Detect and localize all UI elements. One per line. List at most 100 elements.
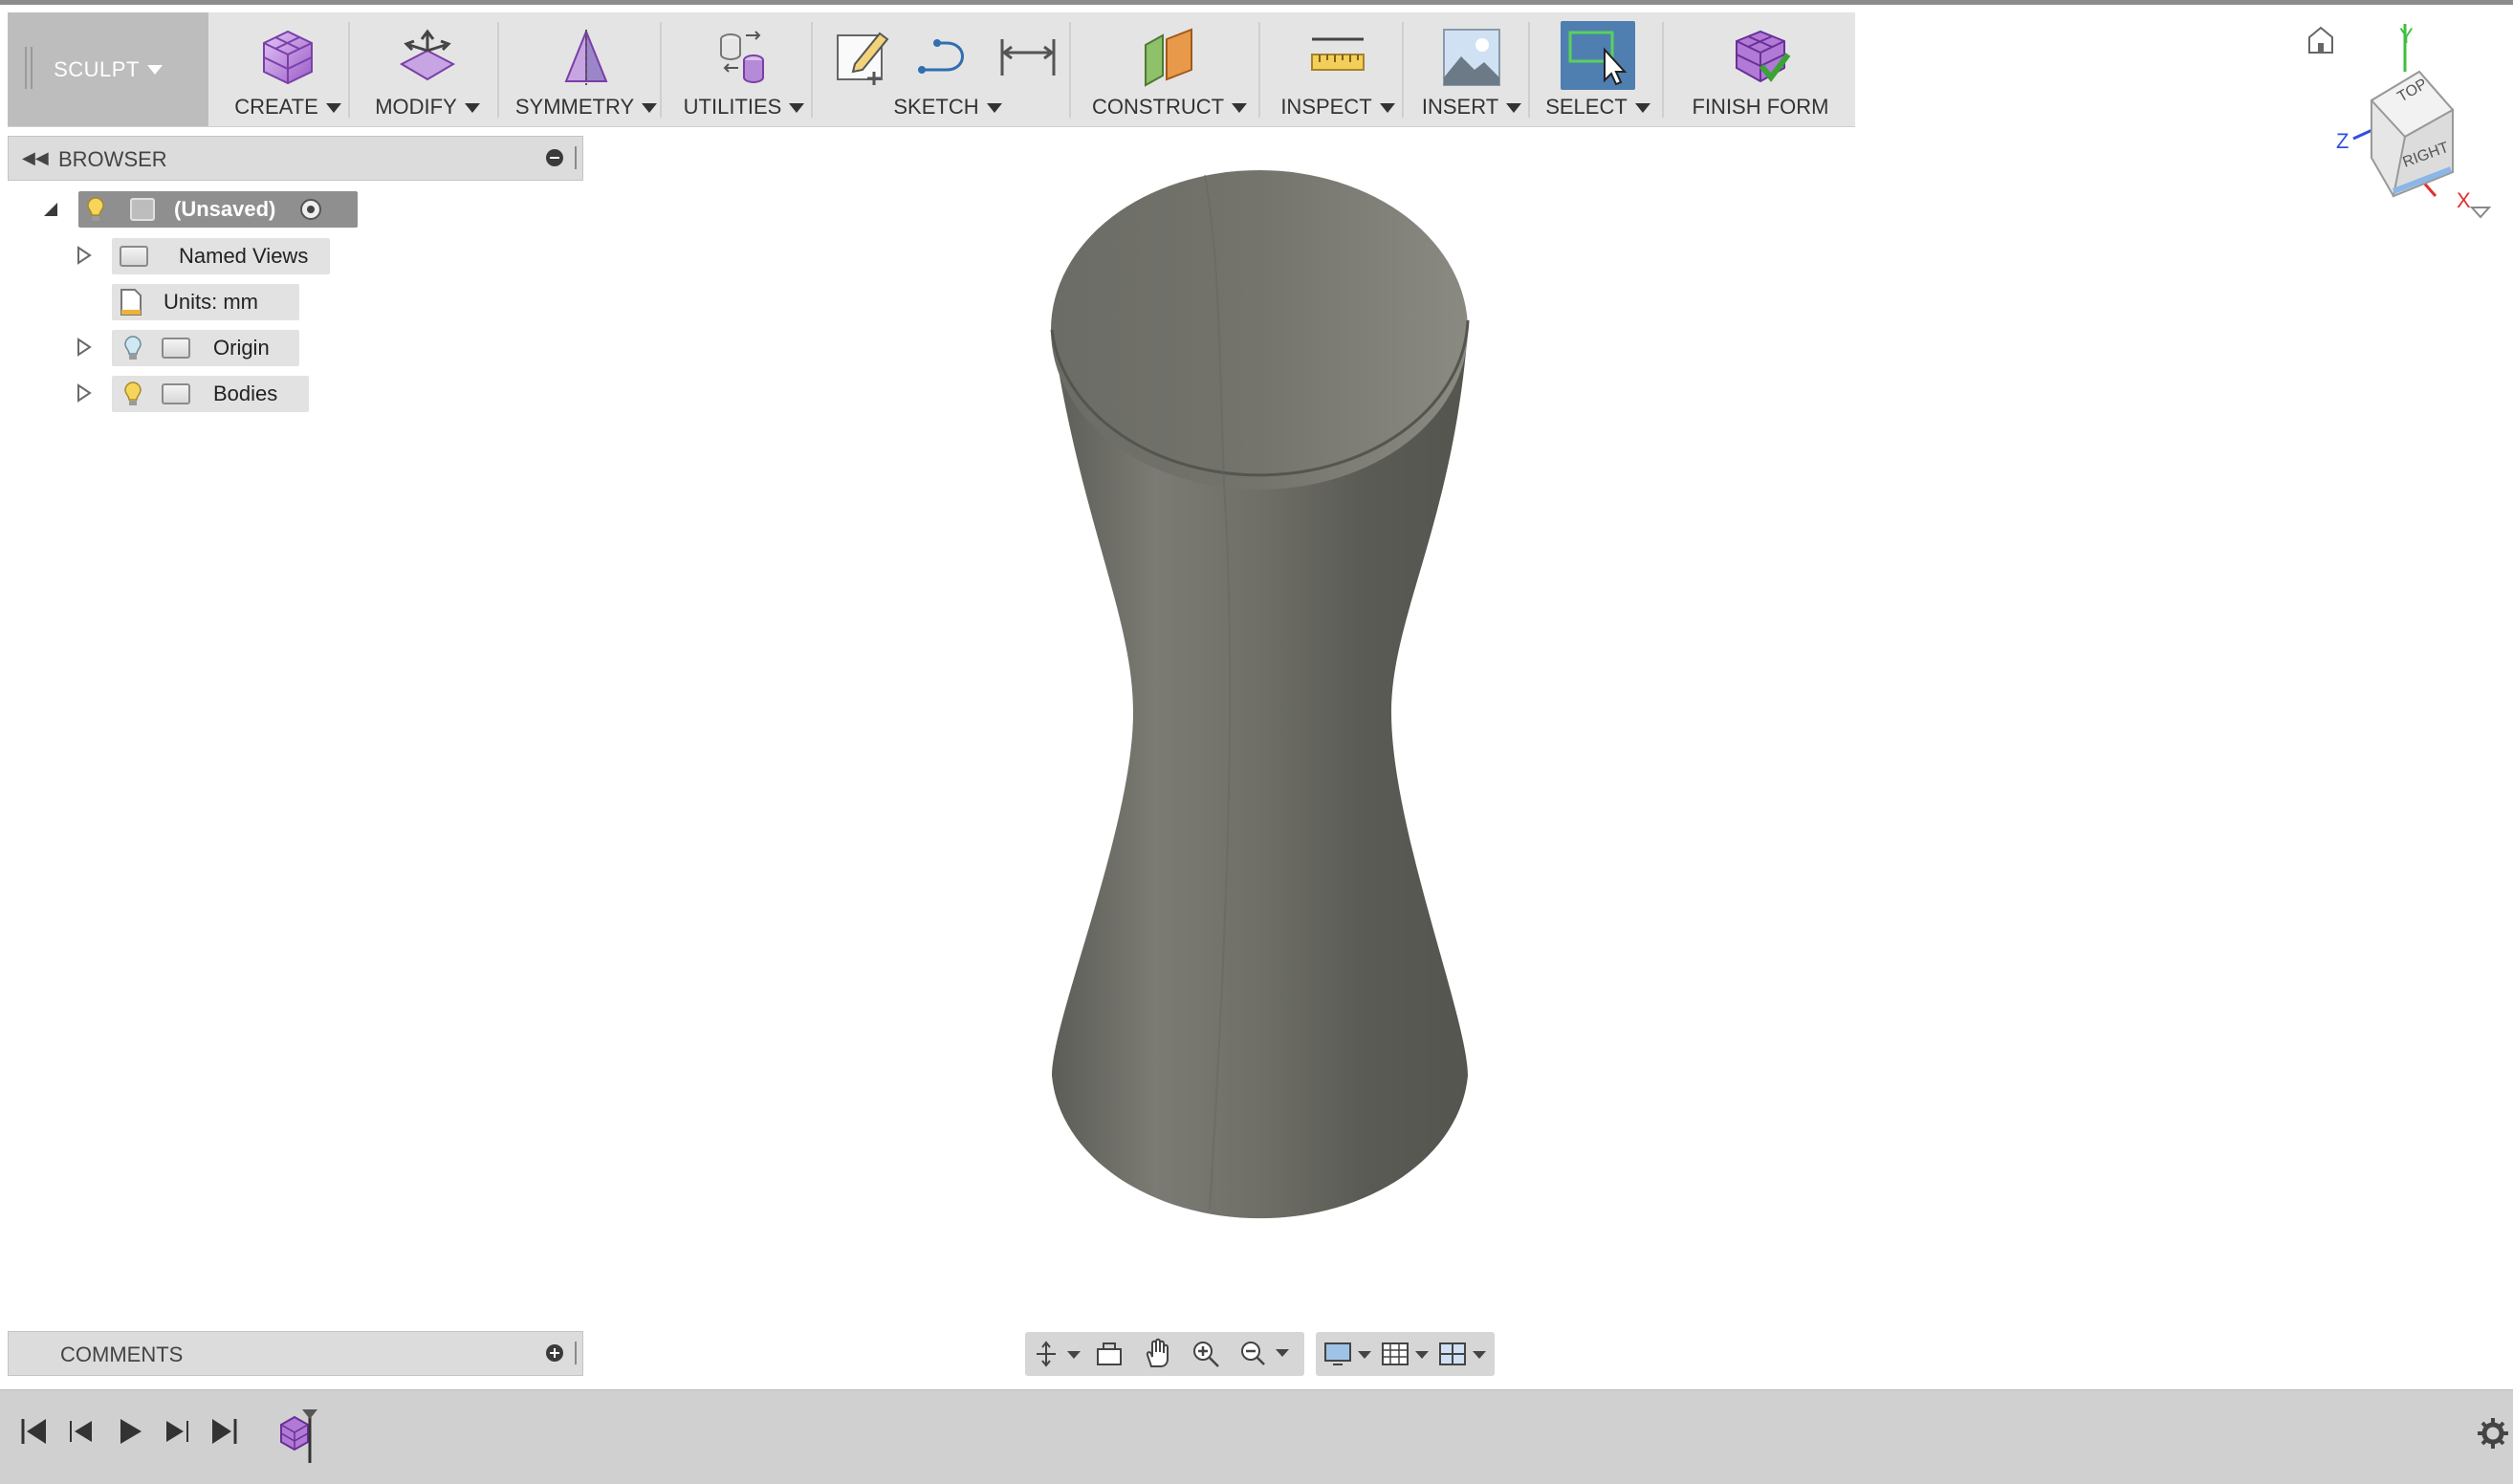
measure-icon	[1311, 37, 1365, 71]
finish-form-icon	[1736, 30, 1791, 83]
browser-item-origin[interactable]: Origin	[112, 330, 299, 366]
select-menu[interactable]: SELECT	[1536, 12, 1660, 126]
folder-icon	[162, 338, 190, 359]
step-back-icon[interactable]	[65, 1415, 98, 1448]
toolbar-divider	[1258, 22, 1260, 118]
panel-resize-handle[interactable]	[575, 1342, 580, 1364]
document-settings-icon	[120, 289, 142, 316]
visibility-bulb-icon[interactable]	[123, 335, 142, 361]
display-settings-bar	[1316, 1332, 1495, 1376]
toolbar-divider	[811, 22, 813, 118]
go-to-end-icon[interactable]	[208, 1415, 241, 1448]
browser-root-node[interactable]: (Unsaved)	[78, 191, 358, 228]
viewcube[interactable]: TOP RIGHT Y Z X	[2281, 14, 2513, 229]
inspect-label: INSPECT	[1280, 95, 1372, 119]
insert-label: INSERT	[1421, 95, 1499, 119]
chevron-down-icon	[146, 64, 163, 75]
play-icon[interactable]	[113, 1415, 145, 1448]
browser-item-units[interactable]: Units: mm	[112, 284, 299, 320]
add-comment-icon[interactable]	[546, 1344, 563, 1362]
chevron-down-icon	[1379, 103, 1395, 114]
utilities-label: UTILITIES	[683, 95, 782, 119]
construct-plane-icon	[1145, 28, 1192, 87]
sketch-label: SKETCH	[893, 95, 979, 119]
collapse-browser-icon[interactable]	[546, 149, 563, 166]
comments-title: COMMENTS	[60, 1342, 184, 1366]
workspace-switcher[interactable]: SCULPT	[8, 12, 208, 126]
expand-triangle-icon[interactable]	[76, 383, 92, 403]
toolbar-divider	[497, 22, 499, 118]
browser-root-label: (Unsaved)	[174, 197, 276, 221]
toolbar-divider	[660, 22, 662, 118]
browser-item-label: Origin	[213, 336, 270, 360]
modify-menu[interactable]: MODIFY	[356, 12, 499, 126]
browser-item-label: Units: mm	[164, 290, 258, 314]
grid-settings-icon[interactable]	[1381, 1340, 1434, 1368]
toolbar-divider	[1528, 22, 1530, 118]
chevron-down-icon	[642, 103, 658, 114]
utilities-menu[interactable]: UTILITIES	[667, 12, 820, 126]
display-settings-icon[interactable]	[1323, 1340, 1377, 1368]
toolbar-grip[interactable]	[25, 47, 33, 89]
toolbar-divider	[1662, 22, 1664, 118]
expand-triangle-icon[interactable]	[76, 246, 92, 265]
workspace-label: SCULPT	[54, 56, 140, 81]
symmetry-icon	[564, 30, 608, 85]
symmetry-menu[interactable]: SYMMETRY	[505, 12, 667, 126]
construct-menu[interactable]: CONSTRUCT	[1077, 12, 1262, 126]
create-sketch-icon	[837, 32, 889, 85]
chevron-down-icon	[1506, 103, 1522, 114]
folder-icon	[120, 246, 148, 267]
toolbar: SCULPT CREATE MODIFY SYMMETRY UTILITIES …	[8, 12, 1855, 127]
toolbar-divider	[348, 22, 350, 118]
viewcube-menu-icon[interactable]	[2469, 207, 2492, 219]
zoom-icon[interactable]	[1190, 1338, 1222, 1370]
insert-image-icon	[1443, 29, 1500, 86]
inspect-menu[interactable]: INSPECT	[1266, 12, 1409, 126]
folder-icon	[162, 383, 190, 404]
browser-header[interactable]: ◀◀ BROWSER	[8, 136, 583, 181]
step-forward-icon[interactable]	[161, 1415, 193, 1448]
browser-item-named-views[interactable]: Named Views	[112, 238, 330, 274]
browser-title: BROWSER	[58, 147, 167, 171]
create-menu[interactable]: CREATE	[216, 12, 360, 126]
select-icon-bg	[1561, 21, 1635, 90]
panel-resize-handle[interactable]	[575, 146, 580, 169]
axis-y-label: Y	[2399, 24, 2414, 48]
collapse-panel-icon[interactable]: ◀◀	[22, 148, 49, 168]
look-at-icon[interactable]	[1094, 1340, 1125, 1368]
timeline-settings-gear-icon[interactable]	[2477, 1417, 2509, 1450]
create-label: CREATE	[234, 95, 318, 119]
comments-header[interactable]: COMMENTS	[8, 1331, 583, 1376]
construct-label: CONSTRUCT	[1091, 95, 1225, 119]
orbit-icon[interactable]	[1035, 1340, 1084, 1368]
pan-hand-icon[interactable]	[1142, 1338, 1174, 1370]
timeline-form-feature-icon[interactable]	[275, 1406, 333, 1465]
select-label: SELECT	[1545, 95, 1628, 119]
chevron-down-icon	[464, 103, 480, 114]
browser-item-bodies[interactable]: Bodies	[112, 376, 309, 412]
spline-icon	[918, 39, 964, 74]
viewports-icon[interactable]	[1438, 1340, 1492, 1368]
chevron-down-icon	[789, 103, 805, 114]
window-top-border	[0, 0, 2513, 5]
sculpt-body[interactable]	[1042, 158, 1482, 1233]
expanded-triangle-icon[interactable]	[42, 201, 59, 218]
activate-radio[interactable]	[300, 199, 322, 220]
zoom-window-icon[interactable]	[1237, 1338, 1295, 1370]
chevron-down-icon	[1232, 103, 1248, 114]
chevron-down-icon	[986, 103, 1002, 114]
visibility-bulb-icon[interactable]	[123, 381, 142, 407]
chevron-down-icon	[325, 103, 341, 114]
home-icon[interactable]	[2308, 26, 2333, 54]
create-form-icon	[263, 30, 313, 85]
symmetry-label: SYMMETRY	[514, 95, 635, 119]
expand-triangle-icon[interactable]	[76, 338, 92, 357]
sketch-menu[interactable]: SKETCH	[819, 12, 1077, 126]
go-to-start-icon[interactable]	[17, 1415, 50, 1448]
navigation-bar	[1025, 1332, 1304, 1376]
finish-form-button[interactable]: FINISH FORM	[1670, 12, 1851, 126]
dimension-icon	[1000, 39, 1056, 76]
visibility-bulb-icon[interactable]	[86, 196, 105, 223]
insert-menu[interactable]: INSERT	[1409, 12, 1534, 126]
